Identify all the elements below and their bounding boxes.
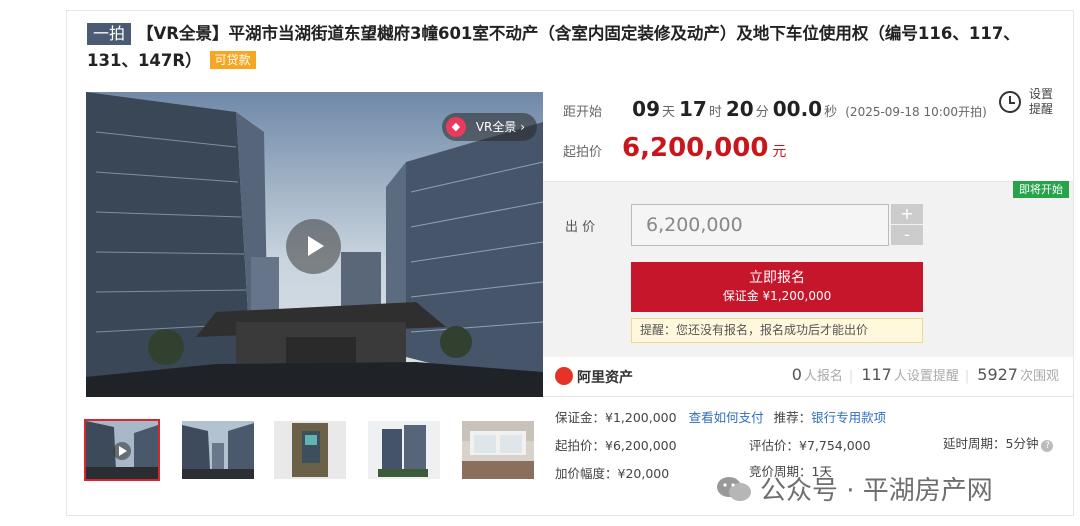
- reminder-count-label: 人设置提醒: [893, 369, 959, 384]
- countdown: 距开始 09 天 17 时 20 分 00.0 秒 (2025-09-18 10:00开拍): [563, 97, 987, 121]
- ali-logo-icon: [555, 367, 573, 385]
- signup-count: 0: [791, 365, 802, 384]
- thumbnail-5[interactable]: [462, 421, 534, 479]
- start-price-row: 起拍价 6,200,000 元: [563, 133, 786, 163]
- auction-info-panel: 距开始 09 天 17 时 20 分 00.0 秒 (2025-09-18 10:00开拍) …: [543, 75, 1073, 515]
- increment-info: 加价幅度：¥20,000: [555, 466, 670, 481]
- hours-unit: 时: [708, 105, 722, 120]
- reminder-label: 设置 提醒: [1029, 87, 1053, 117]
- delay-info: 延时周期：5分钟?: [943, 433, 1054, 452]
- deposit-row: 保证金：¥1,200,000 查看如何支付 推荐：银行专用款项: [555, 407, 886, 426]
- stats-bar: 阿里资产 0 人报名 | 117 人设置提醒 | 5927 次围观: [543, 357, 1073, 397]
- reminder-line1: 设置: [1029, 87, 1054, 101]
- appraisal-info: 评估价：¥7,754,000: [749, 438, 871, 453]
- vr-badge-label: VR全景 ›: [475, 120, 525, 134]
- stats: 0 人报名 | 117 人设置提醒 | 5927 次围观: [791, 365, 1059, 384]
- thumbnail-2[interactable]: [182, 421, 254, 479]
- bank-account-link[interactable]: 银行专用款项: [811, 410, 886, 425]
- vr-panorama-button[interactable]: ◆ VR全景 ›: [441, 113, 537, 141]
- start-price-unit: 元: [772, 144, 787, 160]
- thumbnail-image: [368, 421, 440, 479]
- brand-label: 阿里资产: [577, 370, 633, 386]
- countdown-label: 距开始: [563, 105, 603, 120]
- start-price-value: 6,200,000: [622, 133, 769, 163]
- minutes-unit: 分: [755, 105, 769, 120]
- signup-tip: 提醒：您还没有报名，报名成功后才能出价: [631, 318, 923, 343]
- watermark-text: 公众号 · 平湖房产网: [760, 476, 993, 506]
- wechat-watermark: 公众号 · 平湖房产网: [716, 470, 993, 507]
- play-icon[interactable]: [286, 219, 341, 274]
- view-count-label: 次围观: [1019, 369, 1059, 384]
- start-price-label: 起拍价: [563, 145, 603, 160]
- auction-panel: 一拍 【VR全景】平湖市当湖街道东望樾府3幢601室不动产（含室内固定装修及动产）…: [66, 10, 1074, 516]
- page-title: 一拍 【VR全景】平湖市当湖街道东望樾府3幢601室不动产（含室内固定装修及动产）…: [87, 20, 1047, 74]
- deposit-label: 保证金 ¥1,200,000: [722, 289, 832, 303]
- thumbnail-strip: [84, 419, 543, 481]
- vr-icon: ◆: [445, 117, 466, 137]
- signup-count-label: 人报名: [803, 369, 843, 384]
- countdown-hours: 17: [679, 97, 707, 121]
- signup-button[interactable]: 立即报名 保证金 ¥1,200,000: [631, 262, 923, 312]
- view-count: 5927: [977, 365, 1018, 384]
- auction-round-tag: 一拍: [87, 23, 132, 45]
- countdown-minutes: 20: [725, 97, 754, 121]
- thumbnail-1[interactable]: [84, 419, 160, 481]
- start-time: (2025-09-18 10:00开拍): [845, 105, 987, 119]
- alarm-clock-icon: [999, 91, 1021, 113]
- bid-box: 即将开始 出 价 6,200,000 + - 立即报名 保证金 ¥1,200,0…: [543, 181, 1073, 357]
- thumbnail-image: [274, 421, 346, 479]
- increase-bid-button[interactable]: +: [891, 204, 923, 224]
- signup-label: 立即报名: [749, 270, 805, 286]
- set-reminder-button[interactable]: 设置 提醒: [999, 85, 1061, 121]
- thumbnail-image: [182, 421, 254, 479]
- thumbnail-image: [86, 421, 158, 479]
- start-price-info: 起拍价：¥6,200,000: [555, 438, 677, 453]
- deposit-info: 保证金：¥1,200,000: [555, 410, 677, 425]
- bid-label: 出 价: [565, 220, 596, 235]
- thumbnail-image: [462, 421, 534, 479]
- thumbnail-4[interactable]: [368, 421, 440, 479]
- reminder-count: 117: [861, 365, 892, 384]
- wechat-icon: [716, 476, 752, 502]
- countdown-seconds: 00.0: [772, 97, 823, 121]
- ali-assets-logo: 阿里资产: [555, 367, 633, 387]
- reminder-line2: 提醒: [1029, 102, 1054, 116]
- recommend-label: 推荐：: [773, 410, 812, 425]
- main-property-image[interactable]: ◆ VR全景 ›: [86, 92, 543, 397]
- thumbnail-3[interactable]: [274, 421, 346, 479]
- delay-label: 延时周期：5分钟: [943, 436, 1039, 451]
- loan-badge: 可贷款: [209, 51, 256, 69]
- bid-amount-input[interactable]: 6,200,000: [631, 204, 889, 246]
- days-unit: 天: [662, 105, 676, 120]
- status-badge: 即将开始: [1013, 181, 1069, 198]
- how-to-pay-link[interactable]: 查看如何支付: [689, 410, 764, 425]
- decrease-bid-button[interactable]: -: [891, 225, 923, 245]
- seconds-unit: 秒: [824, 105, 838, 120]
- help-icon[interactable]: ?: [1041, 440, 1054, 452]
- countdown-days: 09: [632, 97, 660, 121]
